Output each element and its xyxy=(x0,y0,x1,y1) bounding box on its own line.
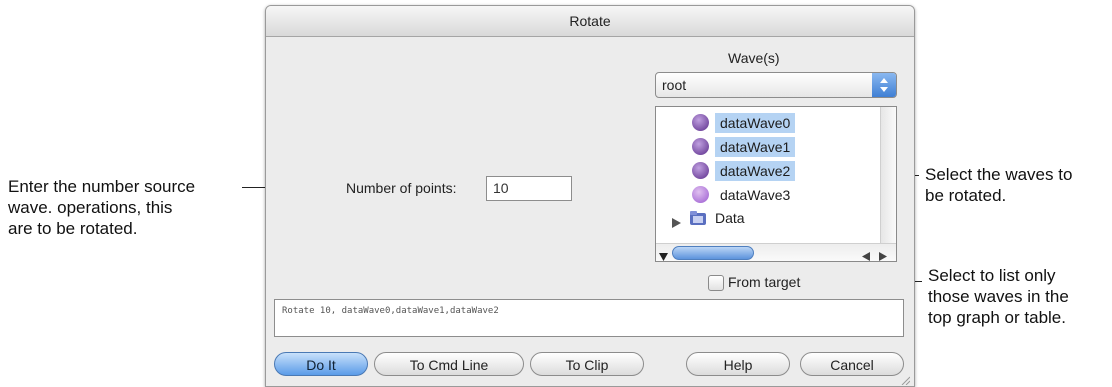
callout-line: Enter the number source xyxy=(8,177,196,196)
wave-label: dataWave0 xyxy=(715,113,796,133)
folder-label: Data xyxy=(715,210,745,226)
callout-line: top graph or table. xyxy=(928,308,1066,327)
data-folder-popup[interactable]: root xyxy=(655,72,897,98)
number-of-points-field[interactable]: 10 xyxy=(486,176,572,201)
wave-icon xyxy=(692,162,709,179)
resize-grip-icon[interactable] xyxy=(900,372,911,386)
callout-number-of-points: Enter the number source wave. operations… xyxy=(8,176,195,239)
disclosure-triangle-icon[interactable] xyxy=(672,213,681,233)
scroll-right-arrow-icon[interactable] xyxy=(879,248,887,266)
wave-icon xyxy=(692,114,709,131)
folder-icon xyxy=(689,210,707,231)
do-it-button[interactable]: Do It xyxy=(274,352,368,376)
number-of-points-label: Number of points: xyxy=(346,180,457,196)
callout-line: those waves in the xyxy=(928,287,1069,306)
wave-icon xyxy=(692,138,709,155)
callout-line: Select the waves to xyxy=(925,165,1073,184)
to-clip-button[interactable]: To Clip xyxy=(530,352,644,376)
wave-label: dataWave3 xyxy=(720,187,791,203)
help-button[interactable]: Help xyxy=(686,352,790,376)
list-horizontal-scrollbar[interactable] xyxy=(656,243,896,261)
scroll-thumb[interactable] xyxy=(672,246,754,260)
to-cmd-line-button[interactable]: To Cmd Line xyxy=(374,352,524,376)
wave-list[interactable]: dataWave0 dataWave1 dataWave2 dataWave3 xyxy=(655,106,897,262)
callout-from-target: Select to list only those waves in the t… xyxy=(928,265,1069,328)
callout-line: be rotated. xyxy=(925,186,1007,205)
callout-line: wave. operations, this xyxy=(8,198,173,217)
rotate-dialog: Rotate Wave(s) root dataWave0 dataWave1 … xyxy=(265,5,915,387)
callout-line: Select to list only xyxy=(928,266,1056,285)
popup-value: root xyxy=(662,77,687,93)
command-preview: Rotate 10, dataWave0,dataWave1,dataWave2 xyxy=(274,299,904,337)
scroll-left-arrow-icon[interactable] xyxy=(862,248,870,266)
from-target-label: From target xyxy=(728,274,801,290)
wave-label: dataWave2 xyxy=(715,161,796,181)
from-target-checkbox[interactable] xyxy=(708,275,724,291)
callout-select-waves: Select the waves to be rotated. xyxy=(925,164,1072,206)
dialog-title: Rotate xyxy=(266,6,914,37)
callout-line: are to be rotated. xyxy=(8,219,138,238)
wave-label: dataWave1 xyxy=(715,137,796,157)
waves-label: Wave(s) xyxy=(728,50,780,66)
list-menu-arrow-icon[interactable] xyxy=(659,248,668,266)
wave-icon xyxy=(692,186,709,203)
up-down-arrows-icon xyxy=(872,73,896,97)
list-vertical-scrollbar[interactable] xyxy=(880,107,896,245)
cancel-button[interactable]: Cancel xyxy=(800,352,904,376)
